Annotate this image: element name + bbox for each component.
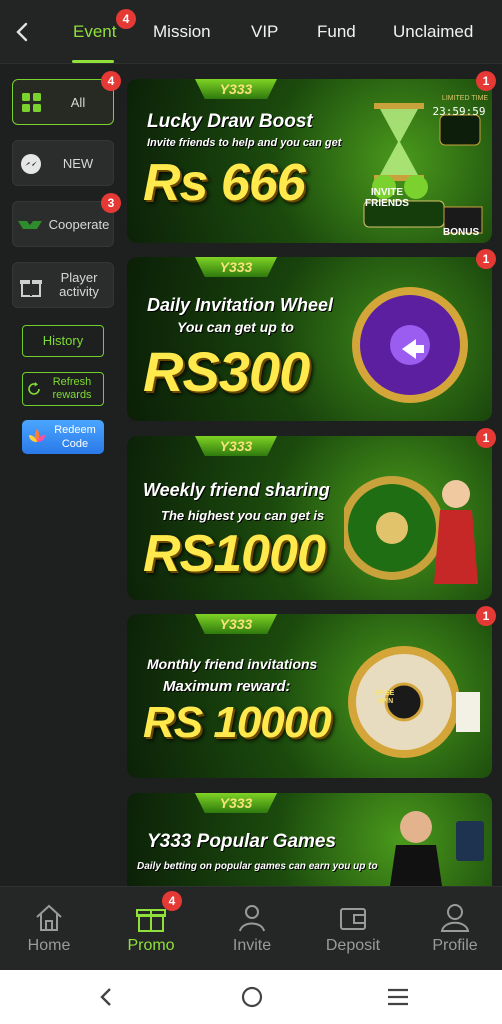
sidebar-all-badge: 4 <box>101 71 121 91</box>
banner-subline: The highest you can get is <box>161 508 325 523</box>
invite-icon <box>239 905 265 932</box>
banner-badge: 1 <box>476 428 496 448</box>
system-home-icon[interactable] <box>240 985 264 1009</box>
purple-wheel-illustration <box>352 287 468 403</box>
banner-headline: Monthly friend invitations <box>147 656 318 672</box>
history-button[interactable]: History <box>22 325 104 357</box>
nav-label: Home <box>27 937 71 954</box>
nav-promo[interactable]: Promo <box>111 901 191 955</box>
green-wheel-woman-illustration <box>344 476 478 584</box>
home-icon <box>36 904 62 931</box>
sidebar-item-cooperate[interactable]: Cooperate <box>12 201 114 247</box>
banner-subline: Maximum reward: <box>163 678 291 695</box>
handshake-icon <box>18 221 42 229</box>
banner-headline: Y333 Popular Games <box>147 831 337 852</box>
bonus-label: BONUS <box>443 227 480 238</box>
y333-logo: Y333 <box>195 793 277 813</box>
lotus-icon <box>29 429 45 442</box>
sidebar-cooperate-badge: 3 <box>101 193 121 213</box>
y333-logo: Y333 <box>195 614 277 634</box>
nav-invite[interactable]: Invite <box>212 901 292 955</box>
redeem-code-label: Redeem Code <box>54 424 96 450</box>
nav-home[interactable]: Home <box>9 901 89 955</box>
banner-headline: Daily Invitation Wheel <box>147 295 334 315</box>
nav-deposit[interactable]: Deposit <box>313 901 393 955</box>
games-woman-illustration <box>390 811 484 886</box>
y333-logo: Y333 <box>195 257 277 277</box>
refresh-rewards-label: Refresh rewards <box>52 376 92 401</box>
tab-unclaimed[interactable]: Unclaimed <box>393 22 473 42</box>
gold-wheel-illustration <box>348 646 480 758</box>
sidebar-item-label: NEW <box>62 156 94 171</box>
messenger-icon <box>21 154 41 174</box>
wallet-icon <box>340 908 366 930</box>
banner-monthly-friend-invitations[interactable]: Y333 Monthly friend invitations Maximum … <box>127 614 492 778</box>
banner-popular-games[interactable]: Y333 Y333 Popular Games Daily betting on… <box>127 793 492 886</box>
banner-subline: You can get up to <box>177 319 294 335</box>
banner-badge: 1 <box>476 249 496 269</box>
nav-label: Deposit <box>325 937 381 954</box>
banner-daily-invitation-wheel[interactable]: Y333 Daily Invitation Wheel You can get … <box>127 257 492 421</box>
refresh-icon <box>28 382 40 395</box>
sidebar-item-new[interactable]: NEW <box>12 140 114 186</box>
y333-logo: Y333 <box>195 79 277 99</box>
banner-amount: RS 10000 <box>143 698 332 747</box>
y333-logo: Y333 <box>195 436 277 456</box>
banner-amount: RS1000 <box>143 525 326 583</box>
banner-amount: Rs 666 <box>143 154 306 212</box>
invite-friends-label: INVITE FRIENDS <box>365 187 409 209</box>
limited-time-label: LIMITED TIME <box>441 95 489 102</box>
banner-subline: Invite friends to help and you can get <box>147 137 342 149</box>
grid-icon <box>22 93 41 112</box>
promo-screen: Event 4 Mission VIP Fund Unclaimed All 4… <box>0 0 502 1024</box>
hourglass-friends-illustration <box>363 103 483 234</box>
countdown-timer: 23:59:59 <box>432 105 486 118</box>
profile-icon <box>440 904 470 932</box>
redeem-code-button[interactable]: Redeem Code <box>22 420 104 454</box>
sidebar-item-label: All <box>70 95 86 110</box>
bottom-navigation: Home Promo 4 Invite Deposit Profile <box>0 886 502 970</box>
banner-subline: Daily betting on popular games can earn … <box>137 861 378 872</box>
gift-icon <box>20 280 42 297</box>
banner-badge: 1 <box>476 71 496 91</box>
nav-label: Profile <box>432 937 478 954</box>
tab-fund[interactable]: Fund <box>317 22 356 42</box>
tab-mission[interactable]: Mission <box>153 22 211 42</box>
tab-event[interactable]: Event <box>73 22 116 42</box>
banner-lucky-draw-boost[interactable]: Y333 Lucky Draw Boost Invite friends to … <box>127 79 492 243</box>
sidebar-item-player-activity[interactable]: Player activity <box>12 262 114 308</box>
banner-headline: Lucky Draw Boost <box>147 111 313 132</box>
nav-promo-badge: 4 <box>162 891 182 911</box>
nav-profile[interactable]: Profile <box>415 901 495 955</box>
banner-weekly-friend-sharing[interactable]: Y333 Weekly friend sharing The highest y… <box>127 436 492 600</box>
system-recents-icon[interactable] <box>386 986 410 1008</box>
free-spin-label: FREE SPIN <box>375 690 395 705</box>
sidebar-item-label: Cooperate <box>48 217 110 232</box>
active-tab-indicator <box>72 60 114 63</box>
sidebar-item-label: Player activity <box>59 270 99 299</box>
banner-headline: Weekly friend sharing <box>143 480 330 500</box>
banner-amount: RS300 <box>143 340 310 403</box>
sidebar-item-all[interactable]: All <box>12 79 114 125</box>
top-tab-bar: Event 4 Mission VIP Fund Unclaimed <box>0 0 502 64</box>
system-back-icon[interactable] <box>96 986 118 1008</box>
refresh-rewards-button[interactable]: Refresh rewards <box>22 372 104 406</box>
tab-event-badge: 4 <box>116 9 136 29</box>
banner-badge: 1 <box>476 606 496 626</box>
nav-label: Promo <box>127 937 175 954</box>
system-navigation-bar <box>0 970 502 1024</box>
nav-label: Invite <box>232 937 272 954</box>
tab-vip[interactable]: VIP <box>251 22 278 42</box>
back-arrow-icon[interactable] <box>8 17 36 47</box>
